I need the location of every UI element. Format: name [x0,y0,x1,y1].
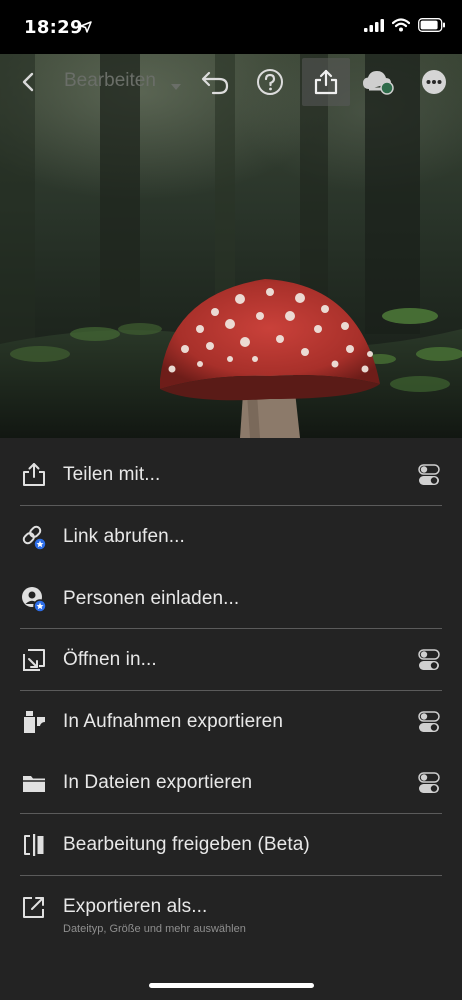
menu-item-label: In Dateien exportieren [63,772,253,793]
battery-icon [418,18,446,37]
menu-item-label: Öffnen in... [63,649,157,670]
menu-item-sublabel: Dateityp, Größe und mehr auswählen [63,923,246,935]
photo-preview [0,54,462,438]
menu-item-in-aufnahmen-exportieren[interactable]: In Aufnahmen exportieren [0,691,462,752]
toggle-settings-icon[interactable] [418,464,440,486]
link-icon [20,523,48,551]
mode-title[interactable]: Bearbeiten [64,70,156,92]
top-toolbar: Bearbeiten [0,54,462,110]
menu-item-label: Teilen mit... [63,464,161,485]
cloud-sync-icon[interactable] [361,64,397,100]
wifi-icon [391,18,411,37]
toggle-settings-icon[interactable] [418,772,440,794]
folder-icon [20,769,48,797]
menu-item-label: Exportieren als... [63,896,208,917]
share-icon [20,461,48,489]
home-indicator[interactable] [149,983,314,988]
status-bar: 18:29 [0,0,462,54]
help-icon[interactable] [252,64,288,100]
menu-item-label: Personen einladen... [63,588,240,609]
share-menu-sheet: Teilen mit... Link abrufen... Personen e… [0,438,462,1000]
menu-item-label: Bearbeitung freigeben (Beta) [63,834,310,855]
open-in-icon [20,646,48,674]
invite-person-icon [20,585,48,613]
camera-roll-icon [20,708,48,736]
location-arrow-icon [80,20,92,38]
toggle-settings-icon[interactable] [418,649,440,671]
menu-item-teilen-mit[interactable]: Teilen mit... [0,444,462,505]
menu-item-link-abrufen[interactable]: Link abrufen... [0,506,462,567]
toggle-settings-icon[interactable] [418,711,440,733]
signal-icon [364,18,384,37]
back-chevron-icon[interactable] [14,67,44,97]
menu-item-label: In Aufnahmen exportieren [63,711,283,732]
undo-icon[interactable] [197,64,233,100]
menu-item-oeffnen-in[interactable]: Öffnen in... [0,629,462,690]
menu-item-in-dateien-exportieren[interactable]: In Dateien exportieren [0,752,462,813]
edit-share-icon [20,831,48,859]
menu-item-bearbeitung-freigeben[interactable]: Bearbeitung freigeben (Beta) [0,814,462,875]
menu-item-label: Link abrufen... [63,526,185,547]
more-icon[interactable] [416,64,452,100]
status-time: 18:29 [24,17,83,38]
export-as-icon [20,893,48,921]
dropdown-caret-icon[interactable] [170,78,182,96]
menu-item-exportieren-als[interactable]: Exportieren als... Dateityp, Größe und m… [0,876,462,946]
share-icon[interactable] [302,58,350,106]
menu-item-personen-einladen[interactable]: Personen einladen... [0,568,462,629]
